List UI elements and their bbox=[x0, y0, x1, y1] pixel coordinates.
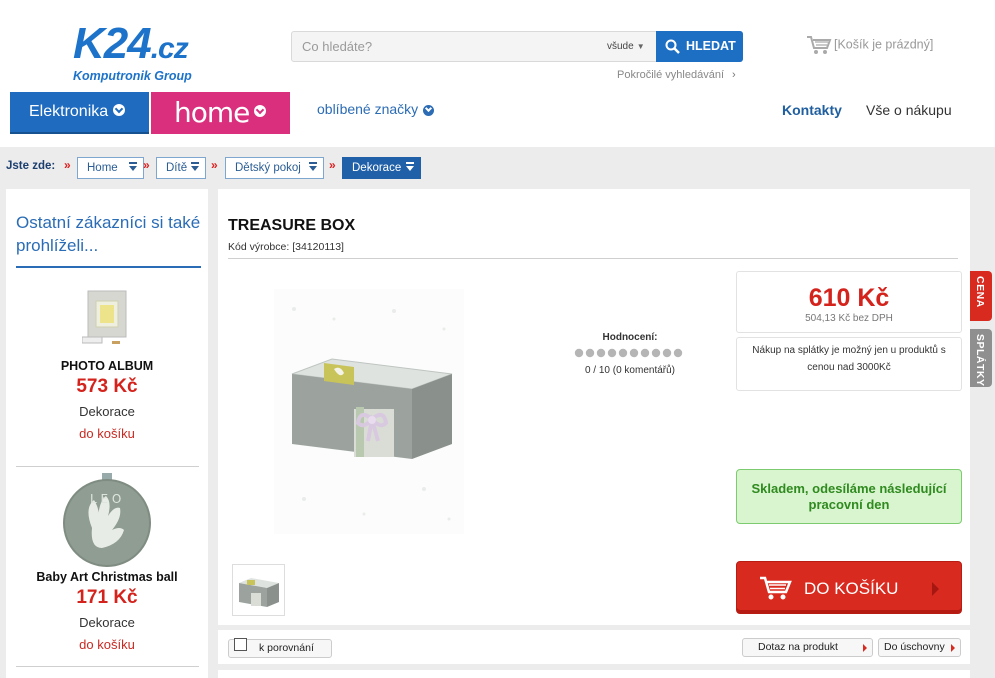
sidebar-product-price: 171 Kč bbox=[76, 587, 138, 608]
related-products-sidebar: Ostatní zákazníci si také prohlíželi... … bbox=[6, 189, 208, 678]
compare-button[interactable]: k porovnání bbox=[228, 638, 332, 658]
stock-status: Skladem, odesíláme následující pracovní … bbox=[736, 469, 962, 524]
cart-icon bbox=[807, 36, 832, 54]
menu-icon bbox=[406, 162, 414, 164]
compare-checkbox[interactable] bbox=[234, 638, 247, 651]
sidebar-product-price: 573 Kč bbox=[76, 376, 138, 397]
cart-link[interactable]: [Košík je prázdný] bbox=[806, 35, 933, 55]
product-title: TREASURE BOX bbox=[228, 217, 356, 234]
chevron-down-icon bbox=[309, 166, 317, 171]
logo-text: K24.cz bbox=[73, 19, 189, 68]
breadcrumb-label: Jste zde: bbox=[6, 160, 56, 172]
price-box: 610 Kč 504,13 Kč bez DPH bbox=[736, 271, 962, 333]
search-icon bbox=[665, 39, 680, 54]
product-actions-bar: k porovnání Dotaz na produkt Do úschovny bbox=[218, 630, 970, 664]
cart-icon bbox=[760, 576, 792, 600]
sidebar-product-name[interactable]: PHOTO ALBUM bbox=[6, 359, 208, 373]
sidebar-product: PHOTO ALBUM 573 Kč Dekorace do košíku bbox=[6, 290, 208, 441]
breadcrumb-dite[interactable]: Dítě bbox=[156, 157, 206, 179]
breadcrumb-separator: » bbox=[143, 158, 150, 172]
sidebar-product-category[interactable]: Dekorace bbox=[6, 404, 208, 419]
tab-price[interactable]: CENA bbox=[970, 271, 992, 321]
sidebar-add-to-cart[interactable]: do košíku bbox=[6, 426, 208, 441]
divider bbox=[228, 258, 958, 259]
menu-icon bbox=[129, 162, 137, 164]
search-scope-select[interactable]: všude ▼ bbox=[607, 32, 645, 61]
sidebar-product-category[interactable]: Dekorace bbox=[6, 615, 208, 630]
logo-subtitle: Komputronik Group bbox=[73, 69, 192, 83]
sidebar-product-name[interactable]: Baby Art Christmas ball bbox=[6, 570, 208, 584]
tab-installments[interactable]: SPLÁTKY bbox=[970, 329, 992, 387]
product-thumbnail[interactable] bbox=[232, 564, 285, 616]
chevron-down-icon bbox=[423, 104, 435, 116]
search-input[interactable] bbox=[292, 32, 592, 61]
divider bbox=[16, 466, 199, 467]
nav-about-shopping[interactable]: Vše o nákupu bbox=[866, 102, 952, 118]
nav-home[interactable]: home bbox=[151, 92, 290, 134]
rating-stars[interactable] bbox=[548, 347, 712, 362]
chevron-right-icon bbox=[932, 582, 939, 596]
advanced-search-link[interactable]: Pokročilé vyhledávání › bbox=[617, 69, 736, 81]
sidebar-product: L E O Baby Art Christmas ball 171 Kč Dek… bbox=[6, 473, 208, 652]
breadcrumb-separator: » bbox=[329, 158, 336, 172]
next-panel bbox=[218, 670, 970, 678]
star-icons bbox=[574, 348, 683, 358]
nav-contacts[interactable]: Kontakty bbox=[782, 102, 842, 118]
breadcrumb-separator: » bbox=[64, 158, 71, 172]
product-image[interactable] bbox=[274, 289, 464, 534]
k24-logo[interactable]: K24.cz Komputronik Group bbox=[73, 19, 192, 84]
photo-album-image[interactable] bbox=[82, 289, 132, 349]
divider bbox=[16, 666, 199, 667]
product-rating: Hodnocení: 0 / 10 (0 komentářů) bbox=[548, 332, 712, 376]
add-to-cart-button[interactable]: DO KOŠÍKU bbox=[736, 561, 962, 614]
chevron-right-icon bbox=[951, 644, 955, 652]
save-for-later-button[interactable]: Do úschovny bbox=[878, 638, 961, 657]
sidebar-title: Ostatní zákazníci si také prohlíželi... bbox=[16, 211, 201, 268]
installment-info: Nákup na splátky je možný jen u produktů… bbox=[736, 337, 962, 391]
breadcrumb-separator: » bbox=[211, 158, 218, 172]
menu-icon bbox=[191, 162, 199, 164]
chevron-down-icon bbox=[406, 166, 414, 171]
nav-favorite-brands[interactable]: oblíbené značky bbox=[317, 101, 435, 117]
nav-elektronika[interactable]: Elektronika bbox=[10, 92, 149, 134]
breadcrumb-home[interactable]: Home bbox=[77, 157, 144, 179]
breadcrumb-dekorace[interactable]: Dekorace bbox=[342, 157, 421, 179]
rating-value: 0 / 10 (0 komentářů) bbox=[584, 365, 676, 376]
svg-text:L E O: L E O bbox=[90, 492, 121, 506]
chevron-right-icon: › bbox=[732, 69, 736, 81]
search-button[interactable]: HLEDAT bbox=[656, 31, 743, 62]
price-without-vat: 504,13 Kč bez DPH bbox=[805, 313, 893, 324]
breadcrumb-detsky-pokoj[interactable]: Dětský pokoj bbox=[225, 157, 324, 179]
christmas-ball-image[interactable]: L E O bbox=[62, 473, 152, 569]
menu-icon bbox=[309, 162, 317, 164]
chevron-down-icon bbox=[129, 166, 137, 171]
chevron-down-icon: ▼ bbox=[636, 42, 645, 51]
chevron-down-icon bbox=[113, 104, 126, 117]
chevron-down-icon bbox=[191, 166, 199, 171]
cart-status: [Košík je prázdný] bbox=[834, 37, 934, 52]
ask-question-button[interactable]: Dotaz na produkt bbox=[742, 638, 873, 657]
chevron-right-icon bbox=[863, 644, 867, 652]
sidebar-add-to-cart[interactable]: do košíku bbox=[6, 637, 208, 652]
thumbnail-image bbox=[239, 578, 279, 607]
product-code: Kód výrobce: [34120113] bbox=[228, 241, 344, 253]
rating-label: Hodnocení: bbox=[602, 332, 658, 343]
chevron-down-icon bbox=[254, 105, 267, 117]
search-bar: všude▼ HLEDAT bbox=[291, 31, 743, 62]
product-price: 610 Kč bbox=[808, 284, 890, 312]
product-detail-panel: TREASURE BOX Kód výrobce: [34120113] Hod… bbox=[218, 189, 970, 625]
